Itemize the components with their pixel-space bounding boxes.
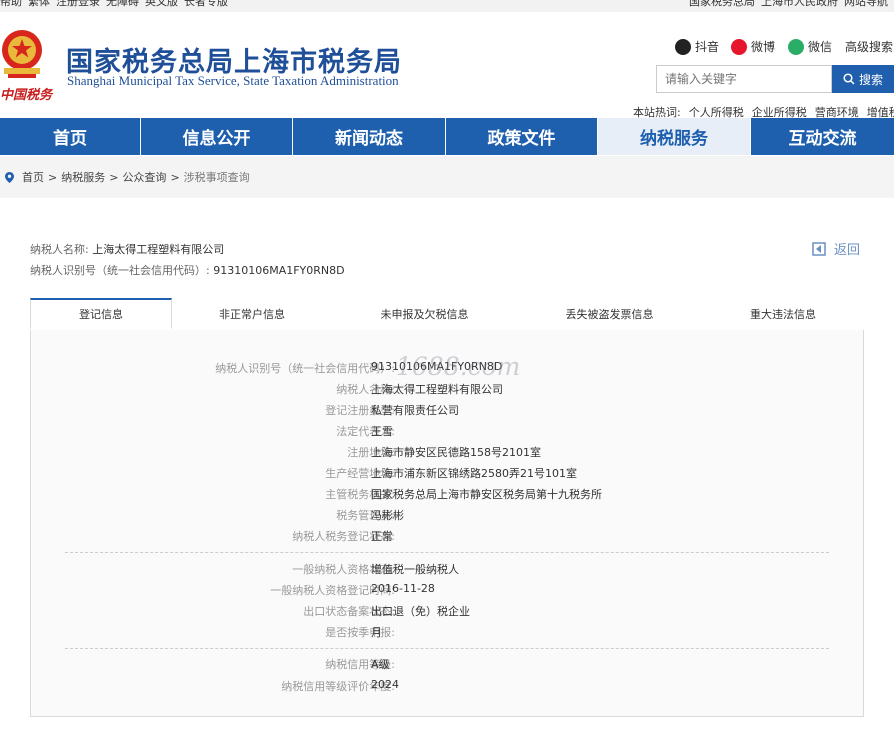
field-value: 私营有限责任公司 bbox=[371, 404, 459, 417]
site-title-en: Shanghai Municipal Tax Service, State Ta… bbox=[67, 73, 399, 88]
wechat-link[interactable]: 微信 bbox=[788, 38, 832, 55]
breadcrumb-home[interactable]: 首页 bbox=[22, 169, 44, 185]
breadcrumb: 首页 > 纳税服务 > 公众查询 > 涉税事项查询 bbox=[0, 156, 894, 198]
section-divider bbox=[65, 552, 829, 553]
top-right-links: 国家税务总局 上海市人民政府 网站导航 bbox=[689, 0, 894, 8]
douyin-link[interactable]: 抖音 bbox=[675, 38, 719, 55]
search-input[interactable] bbox=[657, 66, 825, 92]
nav-item-home[interactable]: 首页 bbox=[0, 118, 141, 155]
info-tabs: 登记信息 非正常户信息 未申报及欠税信息 丢失被盗发票信息 重大违法信息 bbox=[30, 298, 864, 331]
field-value: A级 bbox=[371, 658, 390, 671]
field-value: 上海市静安区民德路158号2101室 bbox=[371, 446, 541, 459]
field-registration-type: 登记注册类型: 私营有限责任公司 bbox=[31, 402, 865, 418]
nav-item-tax-service[interactable]: 纳税服务 bbox=[598, 118, 751, 155]
traditional-link[interactable]: 繁体 bbox=[28, 0, 50, 8]
field-registered-address: 注册地址: 上海市静安区民德路158号2101室 bbox=[31, 444, 865, 460]
national-emblem-icon bbox=[2, 30, 42, 78]
field-general-taxpayer-date: 一般纳税人资格登记时间: 2016-11-28 bbox=[31, 582, 865, 598]
field-general-taxpayer-status: 一般纳税人资格状态: 增值税一般纳税人 bbox=[31, 561, 865, 577]
back-icon bbox=[812, 241, 826, 256]
sta-link[interactable]: 国家税务总局 bbox=[689, 0, 755, 8]
field-legal-rep: 法定代表人: 王雪 bbox=[31, 423, 865, 439]
tab-unfiled-arrears[interactable]: 未申报及欠税信息 bbox=[332, 298, 517, 329]
field-value: 2016-11-28 bbox=[371, 582, 435, 595]
site-header: 中国税务 国家税务总局上海市税务局 Shanghai Municipal Tax… bbox=[0, 12, 894, 119]
weibo-icon bbox=[731, 38, 747, 55]
breadcrumb-separator: > bbox=[109, 170, 119, 184]
taxpayer-name-line: 纳税人名称: 上海太得工程塑料有限公司 bbox=[30, 241, 224, 257]
field-export-status: 出口状态备案状态: 出口退（免）税企业 bbox=[31, 603, 865, 619]
field-tax-officer: 税务管理员: 冯彬彬 bbox=[31, 507, 865, 523]
main-nav: 首页 信息公开 新闻动态 政策文件 纳税服务 互动交流 bbox=[0, 118, 894, 155]
china-tax-seal: 中国税务 bbox=[0, 88, 53, 103]
weibo-label: 微博 bbox=[751, 40, 776, 54]
field-tax-authority: 主管税务机关: 国家税务总局上海市静安区税务局第十九税务所 bbox=[31, 486, 865, 502]
field-value: 增值税一般纳税人 bbox=[371, 563, 459, 576]
registration-panel: 纳税人识别号（统一社会信用代码）: 91310106MA1FY0RN8D 纳税人… bbox=[30, 330, 864, 717]
breadcrumb-tax-service[interactable]: 纳税服务 bbox=[61, 169, 105, 185]
field-value: 月 bbox=[371, 626, 382, 639]
tab-abnormal[interactable]: 非正常户信息 bbox=[172, 298, 332, 329]
nav-item-interaction[interactable]: 互动交流 bbox=[751, 118, 894, 155]
taxpayer-name-label: 纳税人名称: bbox=[30, 243, 89, 256]
field-credit-year: 纳税信用等级评价年度: 2024 bbox=[31, 678, 865, 694]
search-icon bbox=[843, 73, 855, 85]
top-left-links: 帮助 繁体 注册登录 无障碍 英文版 长者专版 bbox=[0, 0, 234, 8]
field-label: 是否按季申报: bbox=[325, 626, 395, 639]
breadcrumb-public-query[interactable]: 公众查询 bbox=[122, 169, 166, 185]
back-button[interactable]: 返回 bbox=[812, 239, 860, 258]
nav-item-info-disclosure[interactable]: 信息公开 bbox=[141, 118, 293, 155]
english-link[interactable]: 英文版 bbox=[145, 0, 178, 8]
site-nav-link[interactable]: 网站导航 bbox=[844, 0, 888, 8]
field-value: 王雪 bbox=[371, 425, 393, 438]
nav-item-news[interactable]: 新闻动态 bbox=[293, 118, 446, 155]
location-pin-icon bbox=[5, 171, 14, 183]
watermark: 1688.com bbox=[396, 352, 521, 381]
douyin-label: 抖音 bbox=[695, 40, 720, 54]
advanced-search-link[interactable]: 高级搜索 bbox=[845, 38, 893, 55]
elder-link[interactable]: 长者专版 bbox=[184, 0, 228, 8]
field-value: 国家税务总局上海市静安区税务局第十九税务所 bbox=[371, 488, 602, 501]
weibo-link[interactable]: 微博 bbox=[731, 38, 775, 55]
field-quarterly-filing: 是否按季申报: 月 bbox=[31, 624, 865, 640]
nav-item-policy[interactable]: 政策文件 bbox=[446, 118, 598, 155]
sh-gov-link[interactable]: 上海市人民政府 bbox=[761, 0, 838, 8]
field-taxpayer-name: 纳税人名称: 上海太得工程塑料有限公司 bbox=[31, 381, 865, 397]
field-label: 纳税人识别号（统一社会信用代码）: bbox=[215, 362, 395, 375]
top-utility-bar: 帮助 繁体 注册登录 无障碍 英文版 长者专版 国家税务总局 上海市人民政府 网站导航 bbox=[0, 0, 894, 12]
wechat-icon bbox=[788, 38, 804, 55]
help-link[interactable]: 帮助 bbox=[0, 0, 22, 8]
field-registration-status: 纳税人税务登记状态: 正常 bbox=[31, 528, 865, 544]
accessibility-link[interactable]: 无障碍 bbox=[106, 0, 139, 8]
taxpayer-id-label: 纳税人识别号（统一社会信用代码）: bbox=[30, 264, 210, 277]
field-value: 上海市浦东新区锦绣路2580弄21号101室 bbox=[371, 467, 577, 480]
field-value: 2024 bbox=[371, 678, 399, 691]
breadcrumb-separator: > bbox=[48, 170, 58, 184]
taxpayer-name-value: 上海太得工程塑料有限公司 bbox=[92, 243, 225, 256]
search-button[interactable]: 搜索 bbox=[832, 65, 894, 93]
search-button-label: 搜索 bbox=[858, 72, 883, 87]
field-value: 冯彬彬 bbox=[371, 509, 404, 522]
field-credit-rating: 纳税信用等级: A级 bbox=[31, 656, 865, 672]
taxpayer-id-value: 91310106MA1FY0RN8D bbox=[213, 264, 345, 277]
tab-lost-invoices[interactable]: 丢失被盗发票信息 bbox=[517, 298, 702, 329]
field-value: 上海太得工程塑料有限公司 bbox=[371, 383, 503, 396]
field-business-address: 生产经营地址: 上海市浦东新区锦绣路2580弄21号101室 bbox=[31, 465, 865, 481]
register-login-link[interactable]: 注册登录 bbox=[56, 0, 100, 8]
tab-major-violations[interactable]: 重大违法信息 bbox=[702, 298, 864, 329]
section-divider bbox=[65, 648, 829, 649]
field-value: 出口退（免）税企业 bbox=[371, 605, 470, 618]
breadcrumb-current: 涉税事项查询 bbox=[183, 171, 250, 184]
back-label: 返回 bbox=[834, 243, 861, 258]
breadcrumb-separator: > bbox=[170, 170, 180, 184]
tab-registration[interactable]: 登记信息 bbox=[30, 298, 172, 329]
taxpayer-id-line: 纳税人识别号（统一社会信用代码）: 91310106MA1FY0RN8D bbox=[30, 262, 345, 278]
wechat-label: 微信 bbox=[808, 40, 833, 54]
search-field bbox=[656, 65, 832, 93]
field-value: 正常 bbox=[371, 530, 393, 543]
douyin-icon bbox=[675, 38, 691, 55]
